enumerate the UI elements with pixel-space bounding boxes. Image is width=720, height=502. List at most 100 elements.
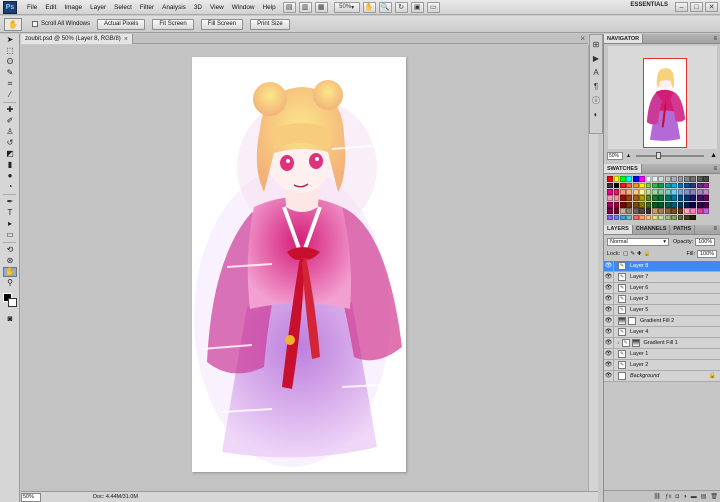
layer-style-icon[interactable]: ƒx — [665, 494, 671, 500]
swatch[interactable] — [620, 195, 626, 202]
swatch[interactable] — [626, 189, 633, 195]
swatch[interactable] — [683, 214, 690, 221]
screen-mode-icon[interactable]: ▭ — [426, 1, 440, 13]
menu-window[interactable]: Window — [228, 4, 259, 11]
swatch[interactable] — [626, 208, 633, 215]
swatch[interactable] — [696, 201, 703, 208]
swatch[interactable] — [703, 176, 709, 183]
eyedropper-tool-icon[interactable]: ⁄ — [3, 90, 17, 100]
bridge-icon[interactable]: ▤ — [282, 1, 296, 13]
swatch[interactable] — [677, 195, 684, 202]
panel-menu-icon[interactable]: ≡ — [710, 225, 720, 234]
eraser-tool-icon[interactable]: ◩ — [3, 149, 17, 159]
swatch[interactable] — [652, 176, 658, 183]
menu-edit[interactable]: Edit — [41, 4, 60, 11]
hand-tool-icon[interactable]: ✋ — [3, 267, 17, 277]
swatch[interactable] — [658, 214, 665, 221]
swatch[interactable] — [607, 214, 614, 221]
swatch[interactable] — [607, 195, 614, 202]
new-layer-icon[interactable]: ▤ — [701, 493, 707, 500]
menu-select[interactable]: Select — [110, 4, 136, 11]
menu-filter[interactable]: Filter — [136, 4, 158, 11]
swatch[interactable] — [703, 195, 709, 202]
swatch[interactable] — [607, 189, 614, 195]
swatch[interactable] — [652, 214, 658, 221]
swatch[interactable] — [696, 176, 703, 183]
eye-icon[interactable]: 👁 — [604, 260, 614, 272]
swatch[interactable] — [658, 208, 665, 215]
workspace-switcher[interactable]: ESSENTIALS — [630, 2, 668, 8]
history-icon[interactable]: ⊞ — [590, 39, 602, 49]
swatch[interactable] — [645, 208, 652, 215]
menu-layer[interactable]: Layer — [86, 4, 110, 11]
layer-row[interactable]: 👁 ✎ Layer 2 — [604, 359, 720, 371]
eye-icon[interactable]: 👁 — [604, 304, 614, 316]
blur-tool-icon[interactable]: ● — [3, 171, 17, 181]
swatch[interactable] — [645, 201, 652, 208]
extras-icon[interactable]: ▦ — [314, 1, 328, 13]
crop-tool-icon[interactable]: ⌗ — [3, 79, 17, 89]
swatch[interactable] — [626, 176, 633, 183]
close-icon[interactable]: × — [124, 36, 128, 43]
swatch[interactable] — [613, 189, 620, 195]
minimize-button[interactable]: – — [675, 2, 688, 12]
swatch[interactable] — [664, 201, 671, 208]
menu-file[interactable]: File — [23, 4, 41, 11]
swatch[interactable] — [703, 189, 709, 195]
trash-icon[interactable]: 🗑 — [710, 493, 718, 500]
3d-rotate-tool-icon[interactable]: ⟲ — [3, 245, 17, 255]
eye-icon[interactable]: 👁 — [604, 337, 614, 349]
layer-row[interactable]: 👁 ✎ Layer 8 — [604, 260, 720, 272]
swatch[interactable] — [626, 214, 633, 221]
type-tool-icon[interactable]: T — [3, 208, 17, 218]
eye-icon[interactable]: 👁 — [604, 282, 614, 294]
swatch[interactable] — [664, 208, 671, 215]
swatch[interactable] — [696, 195, 703, 202]
swatch[interactable] — [690, 189, 697, 195]
tab-paths[interactable]: PATHS — [670, 224, 696, 234]
layer-row[interactable]: 👁 ✎ Layer 5 — [604, 304, 720, 316]
swatch[interactable] — [620, 176, 626, 183]
layer-row[interactable]: 👁 Gradient Fill 2 — [604, 315, 720, 327]
swatch[interactable] — [690, 195, 697, 202]
swatch[interactable] — [658, 176, 665, 183]
tab-layers[interactable]: LAYERS — [604, 224, 633, 234]
swatch[interactable] — [652, 182, 658, 189]
layer-row[interactable]: 👁 ✎ Layer 4 — [604, 326, 720, 338]
swatch[interactable] — [696, 208, 703, 215]
swatch[interactable] — [632, 176, 639, 183]
swatch[interactable] — [658, 182, 665, 189]
swatch[interactable] — [645, 195, 652, 202]
menu-help[interactable]: Help — [259, 4, 280, 11]
arrange-documents-icon[interactable]: ▣ — [410, 1, 424, 13]
navigator-preview[interactable] — [608, 46, 717, 149]
swatch[interactable] — [639, 182, 646, 189]
document-tab[interactable]: zoubit.psd @ 50% (Layer 8, RGB/8) × — [21, 34, 133, 44]
print-size-button[interactable]: Print Size — [250, 18, 290, 30]
swatch[interactable] — [664, 195, 671, 202]
swatch[interactable] — [626, 195, 633, 202]
zoom-tool-icon[interactable]: 🔍 — [378, 1, 392, 13]
swatch[interactable] — [652, 189, 658, 195]
info-icon[interactable]: ⓘ — [590, 95, 602, 105]
3d-orbit-tool-icon[interactable]: ⊛ — [3, 256, 17, 266]
lock-transparent-icon[interactable]: ▢ — [623, 251, 628, 257]
navigator-zoom-slider[interactable] — [636, 151, 705, 159]
opacity-field[interactable]: 100% — [695, 237, 716, 246]
swatch[interactable] — [664, 189, 671, 195]
swatch[interactable] — [690, 201, 697, 208]
add-mask-icon[interactable]: ◘ — [675, 494, 679, 500]
canvas-area[interactable] — [21, 45, 588, 491]
swatch[interactable] — [620, 201, 626, 208]
tool-preset-picker[interactable]: ✋ — [4, 17, 22, 31]
hand-tool-icon[interactable]: ✋ — [362, 1, 376, 13]
swatch[interactable] — [664, 182, 671, 189]
panel-menu-icon[interactable]: ≡ — [710, 164, 720, 173]
zoom-select[interactable]: 50% ▾ — [333, 1, 360, 13]
swatch[interactable] — [703, 201, 709, 208]
lock-all-icon[interactable]: 🔒 — [644, 251, 651, 257]
shape-tool-icon[interactable]: ▭ — [3, 230, 17, 240]
swatch[interactable] — [632, 182, 639, 189]
swatch[interactable] — [626, 201, 633, 208]
swatch[interactable] — [683, 189, 690, 195]
